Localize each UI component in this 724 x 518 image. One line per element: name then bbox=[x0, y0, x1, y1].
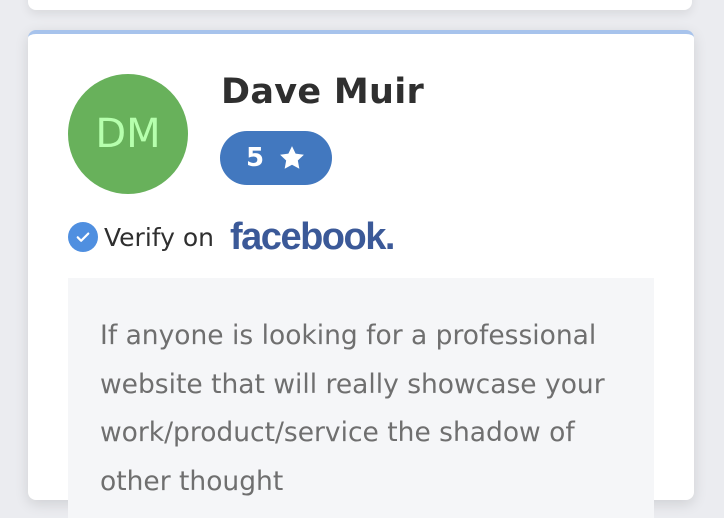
avatar: DM bbox=[68, 74, 188, 194]
review-text: If anyone is looking for a professional … bbox=[100, 320, 605, 497]
facebook-logo-dot: . bbox=[384, 216, 396, 258]
review-card: DM Dave Muir 5 Verify on facebook. If an… bbox=[28, 30, 694, 518]
reviewer-name: Dave Muir bbox=[221, 72, 425, 112]
star-icon bbox=[278, 144, 306, 172]
rating-badge: 5 bbox=[220, 131, 332, 185]
review-body: If anyone is looking for a professional … bbox=[68, 278, 654, 518]
facebook-logo[interactable]: facebook bbox=[230, 218, 386, 256]
check-circle-icon bbox=[68, 222, 98, 252]
verify-row: Verify on facebook. bbox=[68, 217, 395, 257]
rating-value: 5 bbox=[245, 143, 265, 173]
previous-review-card bbox=[28, 0, 692, 10]
verify-label: Verify on bbox=[104, 222, 215, 252]
